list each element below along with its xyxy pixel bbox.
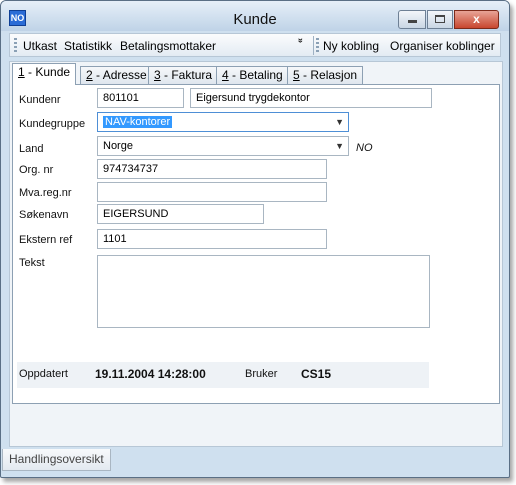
maximize-button[interactable] — [427, 10, 453, 29]
maximize-icon — [435, 15, 445, 23]
customer-name-field[interactable]: Eigersund trygdekontor — [190, 88, 432, 108]
toolbar-grip[interactable] — [14, 38, 17, 53]
close-button[interactable]: x — [454, 10, 499, 29]
eksternref-field[interactable]: 1101 — [97, 229, 327, 249]
handlingsoversikt-tab[interactable]: Handlingsoversikt — [2, 449, 111, 471]
main-content: 1 - Kunde 2 - Adresse 3 - Faktura 4 - Be… — [9, 61, 503, 447]
utkast-button[interactable]: Utkast — [23, 39, 57, 53]
ny-kobling-button[interactable]: Ny kobling — [323, 39, 379, 53]
chevron-down-icon[interactable]: ▼ — [335, 113, 344, 131]
user-label: Bruker — [245, 368, 278, 380]
organiser-koblinger-button[interactable]: Organiser koblinger — [390, 39, 495, 53]
country-code: NO — [356, 142, 373, 154]
tab-faktura[interactable]: 3 - Faktura — [148, 66, 219, 84]
betalingsmottaker-button[interactable]: Betalingsmottaker — [120, 39, 216, 53]
minimize-button[interactable] — [398, 10, 426, 29]
land-label: Land — [19, 143, 44, 155]
tab-key: 4 — [222, 68, 229, 82]
close-icon: x — [473, 12, 480, 26]
sokenavn-label: Søkenavn — [19, 209, 69, 221]
land-select[interactable]: Norge ▼ — [97, 136, 349, 156]
eksternref-label: Ekstern ref — [19, 234, 73, 246]
tekst-label: Tekst — [19, 257, 45, 269]
minimize-icon — [407, 20, 417, 23]
statistikk-button[interactable]: Statistikk — [64, 39, 112, 53]
tab-key: 5 — [293, 68, 300, 82]
sokenavn-field[interactable]: EIGERSUND — [97, 204, 264, 224]
land-value: Norge — [103, 140, 133, 152]
mvaregnr-label: Mva.reg.nr — [19, 187, 72, 199]
tekst-textarea[interactable] — [97, 255, 430, 328]
tab-label: - Betaling — [228, 68, 283, 82]
kundegruppe-value: NAV-kontorer — [103, 116, 173, 128]
customer-window: NO Kunde x Utkast Statistikk Betalingsmo… — [0, 0, 510, 478]
updated-value: 19.11.2004 14:28:00 — [95, 367, 206, 381]
tab-label: - Kunde — [24, 65, 71, 79]
kunde-panel: Kundenr 801101 Eigersund trygdekontor Ku… — [12, 84, 500, 404]
kundegruppe-select[interactable]: NAV-kontorer ▼ — [97, 112, 349, 132]
updated-label: Oppdatert — [19, 368, 68, 380]
toolbar-separator — [313, 36, 314, 55]
tab-key: 1 — [18, 65, 25, 79]
orgnr-field[interactable]: 974734737 — [97, 159, 327, 179]
tab-relasjon[interactable]: 5 - Relasjon — [287, 66, 364, 84]
tab-label: - Faktura — [160, 68, 213, 82]
kundenr-label: Kundenr — [19, 94, 61, 106]
tab-betaling[interactable]: 4 - Betaling — [216, 66, 289, 84]
toolbar-grip-right[interactable] — [316, 38, 319, 53]
kundenr-field[interactable]: 801101 — [97, 88, 184, 108]
tab-kunde[interactable]: 1 - Kunde — [12, 63, 77, 85]
tab-key: 3 — [154, 68, 161, 82]
tab-label: - Adresse — [92, 68, 147, 82]
toolbar-overflow-icon[interactable]: » — [296, 38, 306, 43]
orgnr-label: Org. nr — [19, 164, 54, 176]
mvaregnr-field[interactable] — [97, 182, 327, 202]
tab-label: - Relasjon — [299, 68, 358, 82]
status-bar: Oppdatert 19.11.2004 14:28:00 Bruker CS1… — [17, 362, 429, 388]
title-bar[interactable]: NO Kunde x — [1, 1, 509, 31]
tab-key: 2 — [86, 68, 93, 82]
kundegruppe-label: Kundegruppe — [19, 118, 86, 130]
chevron-down-icon[interactable]: ▼ — [335, 137, 344, 155]
user-value: CS15 — [301, 367, 332, 381]
tab-adresse[interactable]: 2 - Adresse — [80, 66, 153, 84]
toolbar: Utkast Statistikk Betalingsmottaker » Ny… — [9, 33, 501, 57]
